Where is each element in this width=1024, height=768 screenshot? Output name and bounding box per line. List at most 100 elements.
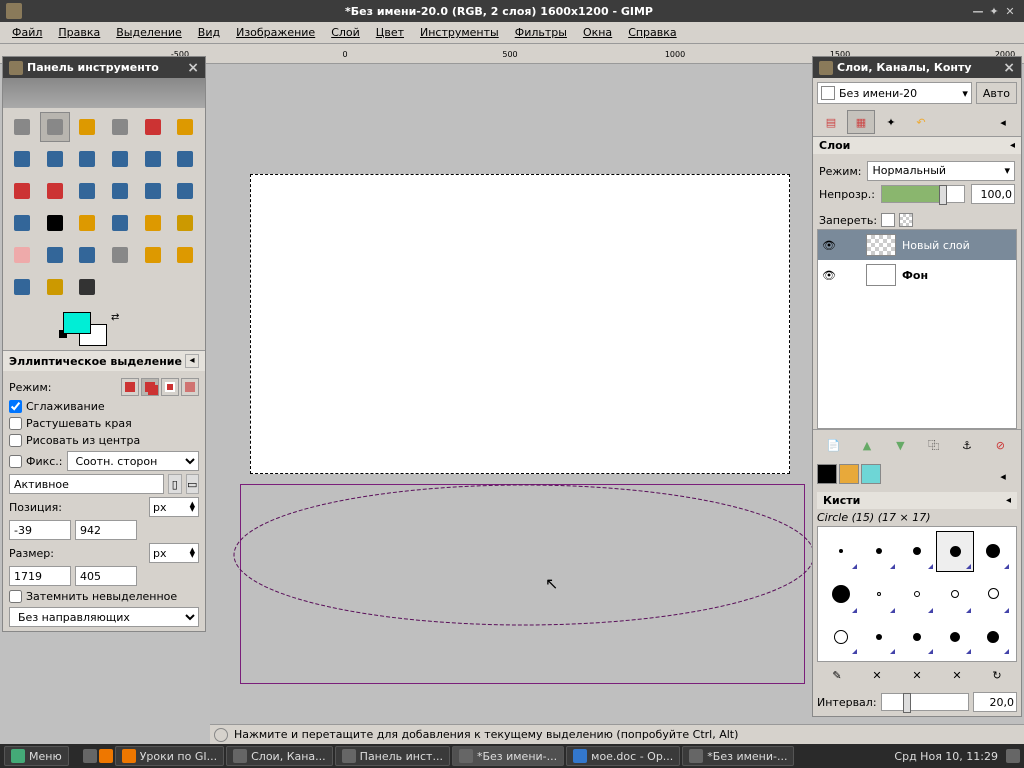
anchor-layer-button[interactable]: ⚓ xyxy=(956,434,978,456)
image-selector[interactable]: Без имени-20▾ xyxy=(817,82,972,104)
task-item[interactable]: Слои, Кана... xyxy=(226,746,333,766)
guides-combo[interactable]: Без направляющих xyxy=(9,607,199,627)
tool-pencil[interactable] xyxy=(138,208,168,238)
tool-heal[interactable] xyxy=(138,240,168,270)
menu-tools[interactable]: Инструменты xyxy=(412,24,507,41)
tool-airbrush[interactable] xyxy=(40,240,70,270)
highlight-checkbox[interactable]: Затемнить невыделенное xyxy=(9,590,199,603)
options-menu-icon[interactable]: ◂ xyxy=(185,354,199,368)
tool-foreground-select[interactable] xyxy=(7,144,37,174)
menu-filters[interactable]: Фильтры xyxy=(507,24,575,41)
tab-undo[interactable]: ↶ xyxy=(907,110,935,134)
tool-perspective[interactable] xyxy=(170,176,200,206)
swap-colors-icon[interactable]: ⇄ xyxy=(111,312,119,323)
interval-value[interactable] xyxy=(973,692,1017,712)
firefox-icon[interactable] xyxy=(99,749,113,763)
menu-windows[interactable]: Окна xyxy=(575,24,620,41)
visibility-icon[interactable]: 👁 xyxy=(822,269,836,282)
from-center-checkbox[interactable]: Рисовать из центра xyxy=(9,434,199,447)
dock-close-icon[interactable]: × xyxy=(1003,60,1015,76)
image-canvas[interactable] xyxy=(250,174,790,474)
lock-alpha-icon[interactable] xyxy=(899,213,913,227)
brush-cell[interactable] xyxy=(822,616,860,657)
feather-checkbox[interactable]: Растушевать края xyxy=(9,417,199,430)
opacity-slider[interactable] xyxy=(881,185,965,203)
menu-color[interactable]: Цвет xyxy=(368,24,412,41)
visibility-icon[interactable]: 👁 xyxy=(822,239,836,252)
layers-menu-icon[interactable]: ◂ xyxy=(1010,140,1015,151)
fixed-combo[interactable]: Соотн. сторон xyxy=(67,451,199,471)
brush-cell[interactable] xyxy=(936,531,974,572)
brush-cell[interactable] xyxy=(822,531,860,572)
lower-layer-button[interactable]: ▼ xyxy=(889,434,911,456)
blend-mode-combo[interactable]: Нормальный▾ xyxy=(867,161,1015,181)
maximize-button[interactable]: ✦ xyxy=(986,5,1002,18)
tool-rect-select[interactable] xyxy=(7,112,37,142)
ellipse-selection-bbox[interactable] xyxy=(240,484,805,684)
tab-paths[interactable]: ✦ xyxy=(877,110,905,134)
brush-cell[interactable] xyxy=(898,572,936,617)
tool-smudge[interactable] xyxy=(72,272,102,302)
lock-pixels-icon[interactable] xyxy=(881,213,895,227)
tab-channels[interactable]: ▦ xyxy=(847,110,875,134)
brush-cell[interactable] xyxy=(860,531,898,572)
menu-file[interactable]: Файл xyxy=(4,24,50,41)
active-input[interactable] xyxy=(9,474,164,494)
minimize-button[interactable]: — xyxy=(970,5,986,18)
size-h-input[interactable] xyxy=(75,566,137,586)
tool-scissors[interactable] xyxy=(170,112,200,142)
tool-dodge[interactable] xyxy=(40,272,70,302)
brush-x-button[interactable]: ✕ xyxy=(906,664,928,686)
menu-select[interactable]: Выделение xyxy=(108,24,190,41)
tool-eraser[interactable] xyxy=(7,240,37,270)
antialias-checkbox[interactable]: Сглаживание xyxy=(9,400,199,413)
tool-rotate[interactable] xyxy=(72,176,102,206)
task-item[interactable]: Уроки по GI... xyxy=(115,746,224,766)
layer-item[interactable]: 👁Новый слой xyxy=(818,230,1016,260)
menu-help[interactable]: Справка xyxy=(620,24,684,41)
brush-edit-button[interactable]: ✎ xyxy=(826,664,848,686)
delete-layer-button[interactable]: ⊘ xyxy=(989,434,1011,456)
brush-cell[interactable] xyxy=(860,616,898,657)
tool-paths[interactable] xyxy=(40,144,70,174)
portrait-icon[interactable]: ▯ xyxy=(168,474,182,494)
tool-fuzzy-select[interactable] xyxy=(105,112,135,142)
brush-cell[interactable] xyxy=(974,616,1012,657)
tool-ink[interactable] xyxy=(72,240,102,270)
brush-cell[interactable] xyxy=(898,531,936,572)
tool-ellipse-select[interactable] xyxy=(40,112,70,142)
menu-edit[interactable]: Правка xyxy=(50,24,108,41)
tool-options-title[interactable]: Эллиптическое выделение ◂ xyxy=(3,351,205,371)
task-item[interactable]: *Без имени-... xyxy=(682,746,794,766)
menu-view[interactable]: Вид xyxy=(190,24,228,41)
brush-swatch-orange[interactable] xyxy=(839,464,859,484)
brush-cell[interactable] xyxy=(822,572,860,617)
brush-cell[interactable] xyxy=(860,572,898,617)
layers-dock-title[interactable]: Слои, Каналы, Конту × xyxy=(813,57,1021,78)
brushes-options-icon[interactable]: ◂ xyxy=(1006,495,1011,506)
tool-shear[interactable] xyxy=(138,176,168,206)
tool-scale[interactable] xyxy=(105,176,135,206)
menu-layer[interactable]: Слой xyxy=(323,24,368,41)
fg-color[interactable] xyxy=(63,312,91,334)
close-button[interactable]: ✕ xyxy=(1002,5,1018,18)
size-w-input[interactable] xyxy=(9,566,71,586)
fixed-checkbox[interactable]: Фикс.: xyxy=(9,455,63,468)
opacity-value[interactable] xyxy=(971,184,1015,204)
brush-cell[interactable] xyxy=(974,531,1012,572)
layer-item[interactable]: 👁Фон xyxy=(818,260,1016,290)
tool-zoom[interactable] xyxy=(105,144,135,174)
size-unit[interactable]: px▲▼ xyxy=(149,543,199,563)
tab-menu-icon[interactable]: ◂ xyxy=(989,110,1017,134)
raise-layer-button[interactable]: ▲ xyxy=(856,434,878,456)
brush-cell[interactable] xyxy=(974,572,1012,617)
task-item[interactable]: Панель инст... xyxy=(335,746,450,766)
tool-text[interactable] xyxy=(40,208,70,238)
clock[interactable]: Срд Ноя 10, 11:29 xyxy=(888,750,1004,763)
tab-layers[interactable]: ▤ xyxy=(817,110,845,134)
task-item[interactable]: мoe.doc - Op... xyxy=(566,746,680,766)
tool-clone[interactable] xyxy=(105,240,135,270)
brush-cell[interactable] xyxy=(936,616,974,657)
tool-blend[interactable] xyxy=(105,208,135,238)
pos-unit[interactable]: px▲▼ xyxy=(149,497,199,517)
